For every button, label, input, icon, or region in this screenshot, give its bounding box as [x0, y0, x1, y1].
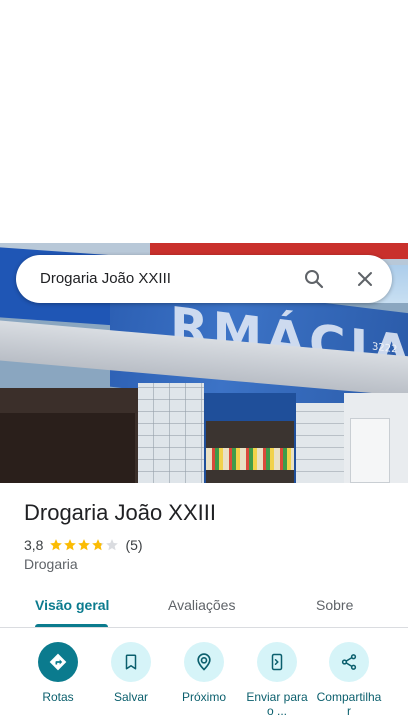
star-icon [50, 539, 63, 551]
star-icon [78, 539, 91, 551]
share-label: Compartilha r [316, 690, 382, 718]
photo-shelf [206, 448, 294, 470]
photo-tile-lines [138, 383, 204, 483]
directions-icon [38, 642, 78, 682]
photo-right-door [350, 418, 390, 483]
map-area-blank [0, 0, 408, 243]
rating-row[interactable]: 3,8 (5) [24, 536, 143, 554]
search-icon[interactable] [302, 267, 326, 291]
nearby-label: Próximo [181, 690, 226, 704]
photo-left-shop [0, 413, 135, 483]
search-input[interactable]: Drogaria João XXIII [40, 270, 171, 287]
nearby-icon [184, 642, 224, 682]
place-category[interactable]: Drogaria [24, 556, 78, 572]
tab-overview[interactable]: Visão geral [35, 597, 109, 613]
review-count[interactable]: (5) [125, 537, 142, 553]
save-label: Salvar [113, 690, 148, 704]
tab-active-indicator [35, 624, 108, 627]
star-empty-icon [106, 539, 119, 551]
place-tabs: Visão geral Avaliações Sobre [0, 585, 408, 628]
share-icon [329, 642, 369, 682]
place-title: Drogaria João XXIII [24, 500, 216, 525]
directions-button[interactable]: Rotas [22, 642, 94, 704]
photo-tiled-pillar-right [296, 403, 344, 483]
bookmark-icon [111, 642, 151, 682]
send-to-phone-icon [257, 642, 297, 682]
star-icon [64, 539, 77, 551]
nearby-button[interactable]: Próximo [168, 642, 240, 704]
share-button[interactable]: Compartilha r [313, 642, 385, 718]
tab-reviews[interactable]: Avaliações [168, 597, 235, 613]
rating-stars [49, 538, 119, 552]
close-icon[interactable] [353, 267, 377, 291]
search-bar[interactable]: Drogaria João XXIII [16, 255, 392, 303]
directions-label: Rotas [42, 690, 74, 704]
rating-value: 3,8 [24, 537, 44, 553]
star-icon [92, 539, 105, 551]
save-button[interactable]: Salvar [95, 642, 167, 704]
tab-about[interactable]: Sobre [316, 597, 353, 613]
send-to-phone-label: Enviar para o ... [246, 690, 308, 718]
send-to-phone-button[interactable]: Enviar para o ... [241, 642, 313, 718]
